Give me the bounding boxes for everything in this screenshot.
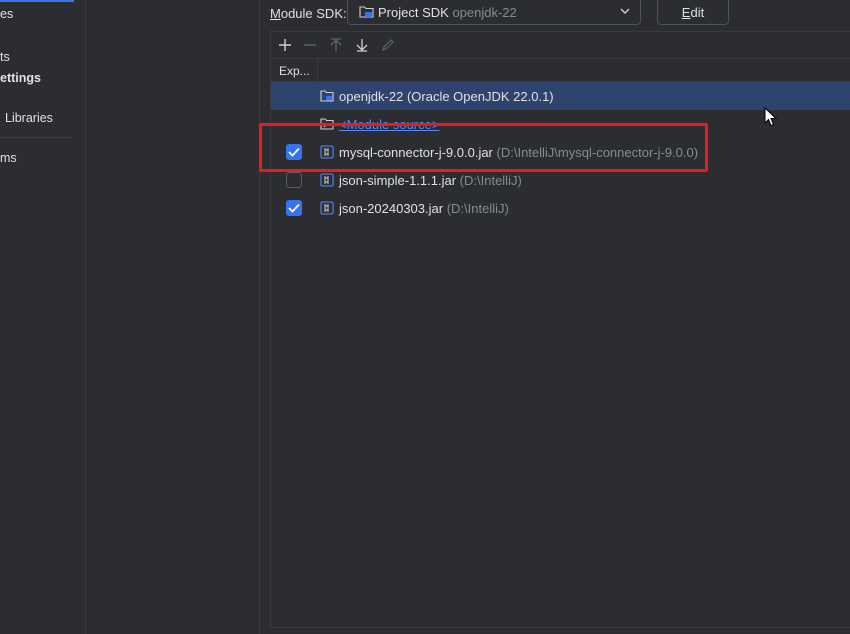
dependencies-table: Exp... openjdk-22 (Oracle OpenJDK 22.0.1…: [270, 31, 850, 628]
export-checkbox[interactable]: [286, 200, 302, 216]
move-up-icon[interactable]: [328, 37, 344, 53]
settings-nav: es ts ettings Libraries ms: [0, 0, 86, 634]
modules-list-panel: [86, 0, 260, 634]
module-sdk-dropdown[interactable]: Project SDK openjdk-22: [347, 0, 641, 25]
export-checkbox[interactable]: [286, 172, 302, 188]
module-sdk-label-mnemonic: M: [270, 6, 281, 21]
dependencies-panel: Module SDK: Project SDK openjdk-22 Edit: [260, 0, 850, 634]
module-sdk-label-text: odule SDK:: [280, 6, 347, 21]
row-label-main: json-simple-1.1.1.jar: [339, 173, 457, 188]
jar-icon: [320, 201, 334, 215]
row-label: json-simple-1.1.1.jar (D:\IntelliJ): [339, 173, 522, 188]
nav-divider: [0, 137, 72, 138]
remove-icon[interactable]: [302, 37, 318, 53]
edit-button-label: dit: [690, 5, 705, 20]
row-label-main: json-20240303.jar: [339, 201, 444, 216]
column-separator: [317, 59, 318, 81]
nav-item-libraries[interactable]: Libraries: [5, 111, 53, 125]
edit-icon[interactable]: [380, 37, 396, 53]
module-sdk-label: Module SDK:: [270, 6, 347, 21]
dependencies-toolbar: [271, 32, 850, 58]
row-label: json-20240303.jar (D:\IntelliJ): [339, 201, 509, 216]
edit-sdk-button[interactable]: Edit: [657, 0, 729, 25]
nav-selection-indicator: [0, 0, 74, 2]
nav-item-1[interactable]: es: [0, 7, 13, 21]
table-row[interactable]: openjdk-22 (Oracle OpenJDK 22.0.1): [271, 82, 850, 110]
row-label: openjdk-22 (Oracle OpenJDK 22.0.1): [339, 89, 554, 104]
nav-item-2[interactable]: ts: [0, 50, 10, 64]
row-label-sub: (Oracle OpenJDK 22.0.1): [406, 89, 554, 104]
add-icon[interactable]: [277, 37, 293, 53]
export-column-header[interactable]: Exp...: [279, 64, 310, 78]
table-header: Exp...: [271, 58, 850, 82]
sdk-folder-icon: [320, 90, 334, 102]
red-highlight-box: [259, 123, 708, 172]
sdk-folder-icon: [359, 6, 374, 18]
jar-icon: [320, 173, 334, 187]
mouse-cursor-icon: [764, 107, 778, 127]
checkmark-icon: [288, 203, 300, 213]
module-sdk-value-sub: openjdk-22: [452, 5, 517, 20]
move-down-icon[interactable]: [354, 37, 370, 53]
module-sdk-value-main: Project SDK: [378, 5, 449, 20]
row-label-sub: (D:\IntelliJ): [459, 173, 522, 188]
nav-item-5[interactable]: ms: [0, 151, 17, 165]
row-label-main: openjdk-22: [339, 89, 404, 104]
nav-item-3[interactable]: ettings: [0, 71, 41, 85]
module-sdk-value: Project SDK openjdk-22: [378, 5, 517, 20]
chevron-down-icon: [620, 8, 630, 14]
row-label-sub: (D:\IntelliJ): [446, 201, 509, 216]
table-row[interactable]: json-20240303.jar (D:\IntelliJ): [271, 194, 850, 222]
